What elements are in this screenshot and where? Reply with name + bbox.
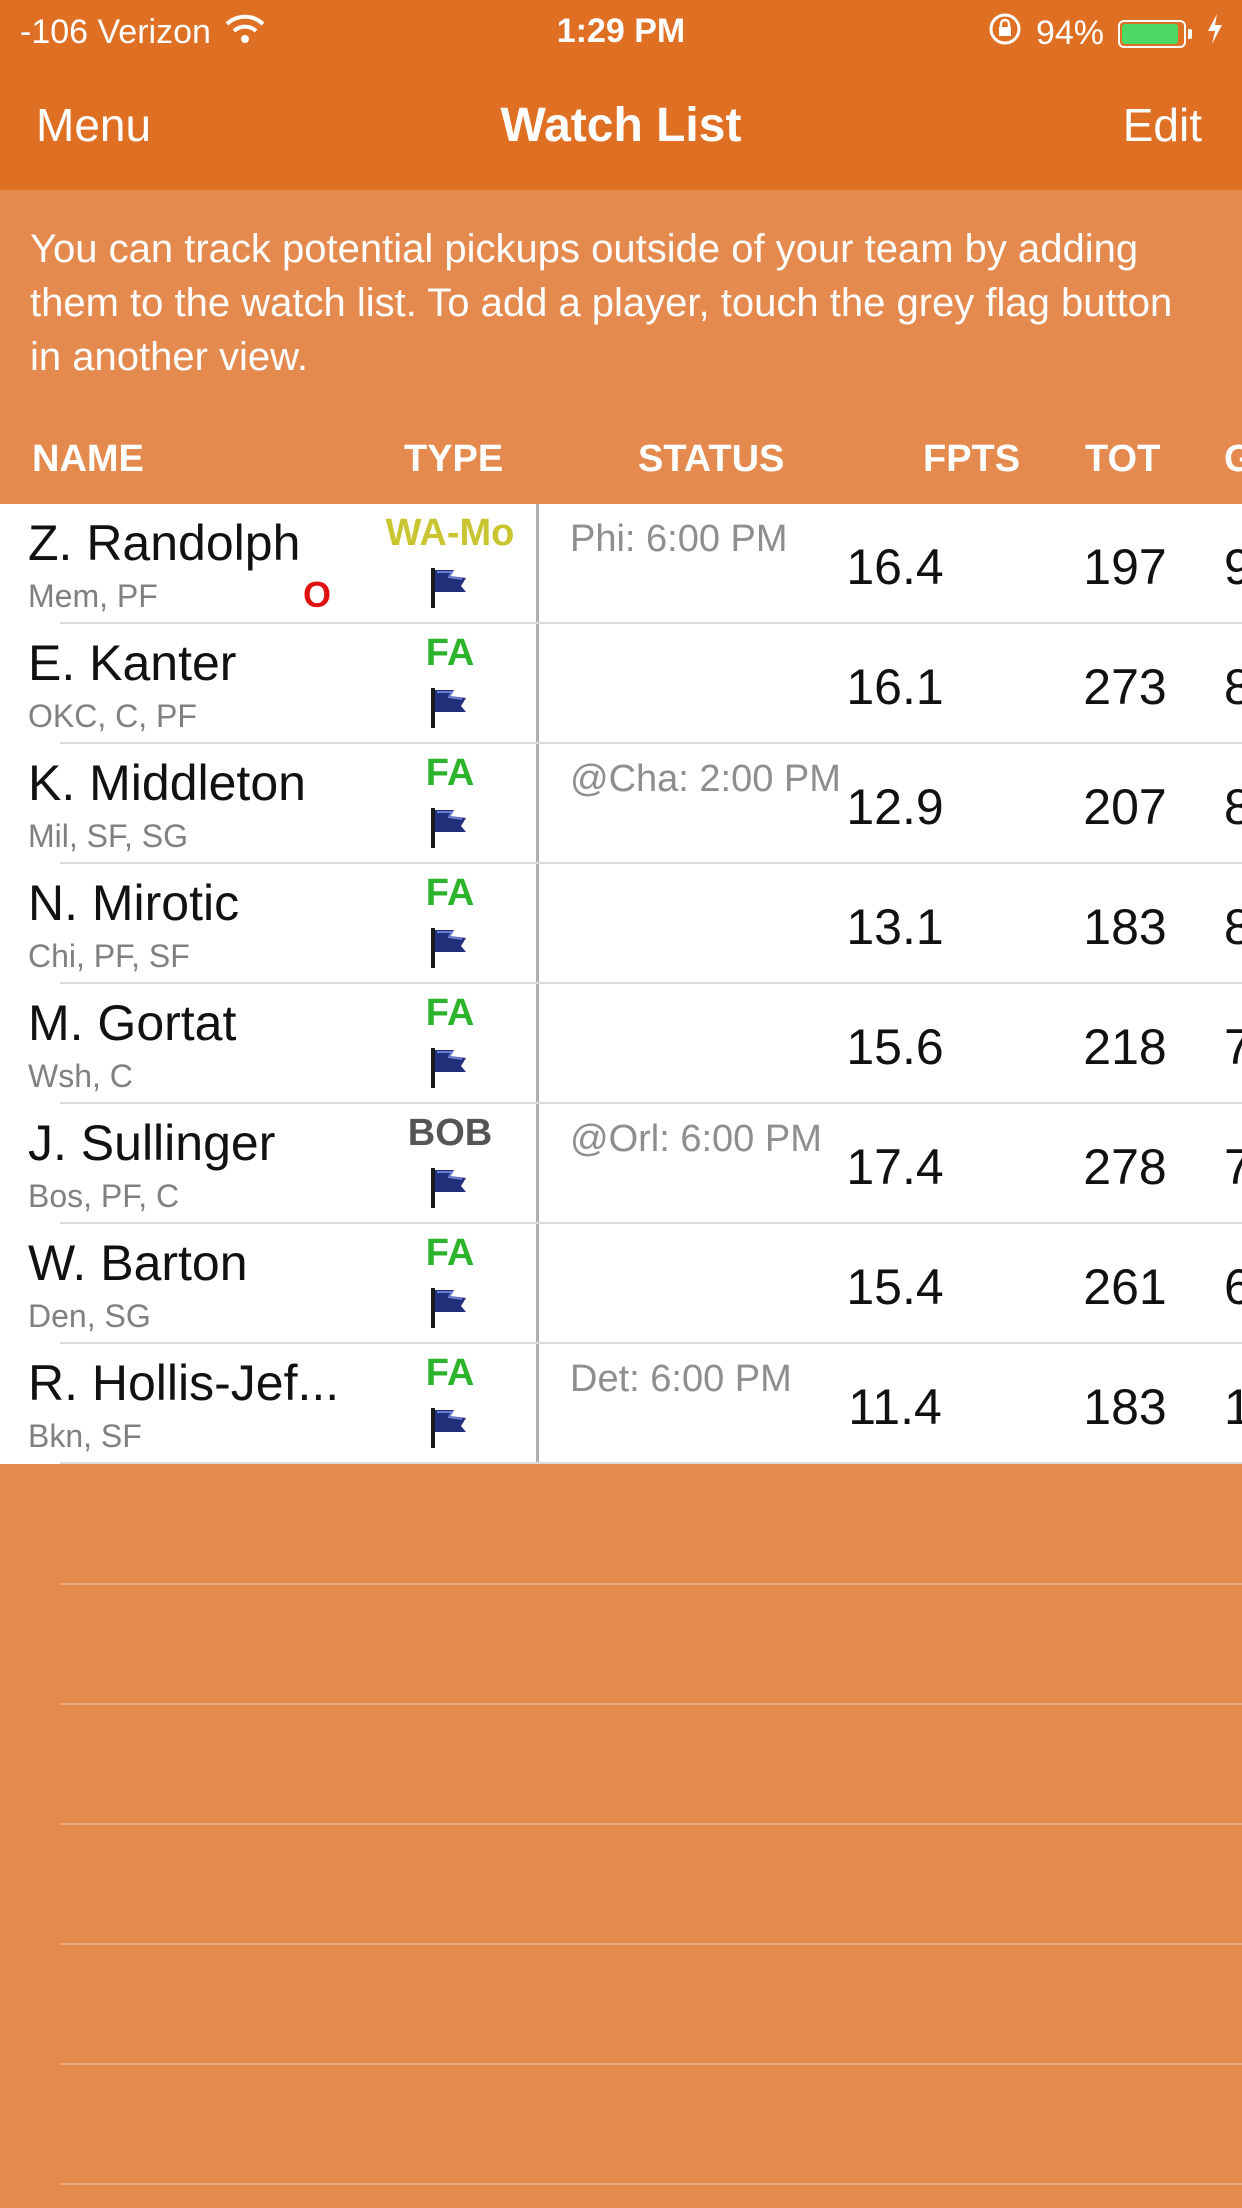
game-status: @Orl: 6:00 PM: [570, 1118, 822, 1160]
player-extra-stat: 1: [1224, 1379, 1242, 1435]
table-row[interactable]: J. Sullinger Bos, PF, C BOB @Orl: 6:00 PM 17…: [0, 1104, 1242, 1224]
row-divider: [60, 1462, 1242, 1464]
top-bar: -106 Verizon 1:29 PM 94% Menu Watch List…: [0, 0, 1242, 190]
empty-row-divider: [60, 2183, 1242, 2185]
orientation-lock-icon: [988, 12, 1022, 55]
player-name: Z. Randolph: [28, 515, 301, 571]
player-extra-stat: 7: [1224, 1019, 1242, 1075]
edit-button[interactable]: Edit: [1123, 98, 1202, 152]
page-title: Watch List: [500, 99, 742, 152]
player-tot: 207: [1083, 779, 1167, 835]
watch-list-table: Z. Randolph Mem, PF O WA-Mo Phi: 6:00 PM 16.4…: [0, 504, 1242, 1464]
flag-icon[interactable]: [428, 926, 470, 970]
game-status: @Cha: 2:00 PM: [570, 758, 841, 800]
player-team-positions: Den, SG: [28, 1298, 151, 1334]
column-header-status[interactable]: STATUS: [638, 438, 784, 481]
player-name: J. Sullinger: [28, 1115, 276, 1171]
status-right: 94%: [988, 12, 1224, 55]
empty-row-divider: [60, 1823, 1242, 1825]
player-fpts: 15.6: [846, 1019, 944, 1075]
table-row[interactable]: W. Barton Den, SG FA 15.4 261 6: [0, 1224, 1242, 1344]
flag-icon[interactable]: [428, 566, 470, 610]
player-extra-stat: 6: [1224, 1259, 1242, 1315]
player-extra-stat: 7: [1224, 1139, 1242, 1195]
table-row[interactable]: N. Mirotic Chi, PF, SF FA 13.1 183 8: [0, 864, 1242, 984]
player-team-positions: Chi, PF, SF: [28, 938, 190, 974]
table-row[interactable]: Z. Randolph Mem, PF O WA-Mo Phi: 6:00 PM 16.4…: [0, 504, 1242, 624]
flag-icon[interactable]: [428, 1046, 470, 1090]
player-fpts: 15.4: [846, 1259, 944, 1315]
flag-icon[interactable]: [428, 1286, 470, 1330]
player-team-positions: Wsh, C: [28, 1058, 133, 1094]
player-tot: 183: [1083, 1379, 1167, 1435]
player-name: M. Gortat: [28, 995, 237, 1051]
player-team-positions: Bos, PF, C: [28, 1178, 180, 1214]
empty-row-divider: [60, 1943, 1242, 1945]
player-fpts: 12.9: [846, 779, 944, 835]
column-header-tot[interactable]: TOT: [1085, 438, 1160, 481]
flag-icon[interactable]: [428, 686, 470, 730]
player-type: FA: [425, 992, 475, 1034]
column-header-type[interactable]: TYPE: [404, 438, 503, 481]
player-type: WA-Mo: [385, 512, 515, 554]
player-team-positions: OKC, C, PF: [28, 698, 197, 734]
player-extra-stat: 8: [1224, 659, 1242, 715]
flag-icon[interactable]: [428, 806, 470, 850]
player-tot: 273: [1083, 659, 1167, 715]
player-fpts: 16.4: [846, 539, 944, 595]
player-type: FA: [425, 1352, 475, 1394]
player-name: R. Hollis-Jef...: [28, 1355, 340, 1411]
column-header-name[interactable]: NAME: [32, 438, 144, 481]
player-name: K. Middleton: [28, 755, 306, 811]
charging-icon: [1206, 13, 1224, 54]
player-extra-stat: 9: [1224, 539, 1242, 595]
player-tot: 183: [1083, 899, 1167, 955]
player-tot: 218: [1083, 1019, 1167, 1075]
table-row[interactable]: E. Kanter OKC, C, PF FA 16.1 273 8: [0, 624, 1242, 744]
player-name: W. Barton: [28, 1235, 248, 1291]
status-bar: -106 Verizon 1:29 PM 94%: [0, 0, 1242, 62]
player-fpts: 11.4: [848, 1379, 942, 1435]
player-team-positions: Bkn, SF: [28, 1418, 142, 1454]
player-type: FA: [425, 872, 475, 914]
flag-icon[interactable]: [428, 1406, 470, 1450]
info-message: You can track potential pickups outside …: [30, 227, 1173, 379]
player-tot: 197: [1083, 539, 1167, 595]
player-tot: 261: [1083, 1259, 1167, 1315]
player-type: FA: [425, 752, 475, 794]
player-team-positions: Mil, SF, SG: [28, 818, 189, 854]
player-name: E. Kanter: [28, 635, 237, 691]
player-fpts: 13.1: [846, 899, 944, 955]
table-row[interactable]: K. Middleton Mil, SF, SG FA @Cha: 2:00 PM 12…: [0, 744, 1242, 864]
table-row[interactable]: M. Gortat Wsh, C FA 15.6 218 7: [0, 984, 1242, 1104]
empty-row-divider: [60, 2063, 1242, 2065]
empty-row-divider: [60, 1703, 1242, 1705]
column-header-extra[interactable]: G: [1224, 438, 1242, 481]
column-headers: NAME TYPE STATUS FPTS TOT G: [0, 430, 1242, 490]
navigation-bar: Menu Watch List Edit: [0, 62, 1242, 190]
injury-status: O: [303, 574, 332, 615]
player-fpts: 16.1: [846, 659, 944, 715]
game-status: Det: 6:00 PM: [570, 1358, 792, 1400]
game-status: Phi: 6:00 PM: [570, 518, 788, 560]
column-header-fpts[interactable]: FPTS: [923, 438, 1020, 481]
player-type: BOB: [407, 1112, 493, 1154]
empty-row-divider: [60, 1583, 1242, 1585]
player-extra-stat: 8: [1224, 779, 1242, 835]
player-team-positions: Mem, PF: [28, 578, 158, 614]
battery-percent: 94%: [1035, 14, 1104, 52]
player-extra-stat: 8: [1224, 899, 1242, 955]
player-name: N. Mirotic: [28, 875, 240, 931]
battery-icon: [1118, 19, 1192, 48]
table-row[interactable]: R. Hollis-Jef... Bkn, SF FA Det: 6:00 PM 11.…: [0, 1344, 1242, 1464]
flag-icon[interactable]: [428, 1166, 470, 1210]
player-type: FA: [425, 632, 475, 674]
player-tot: 278: [1083, 1139, 1167, 1195]
player-fpts: 17.4: [846, 1139, 944, 1195]
player-type: FA: [425, 1232, 475, 1274]
